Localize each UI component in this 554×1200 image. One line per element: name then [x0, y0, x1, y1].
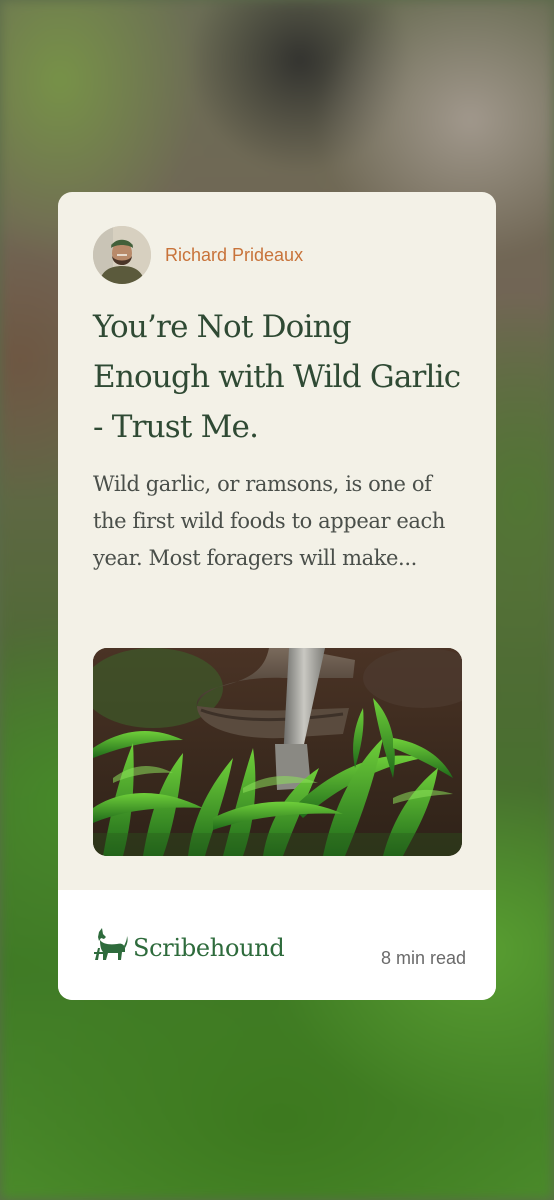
- brand[interactable]: Scribehound: [91, 926, 285, 969]
- article-excerpt: Wild garlic, or ramsons, is one of the f…: [93, 472, 446, 570]
- brand-name[interactable]: Scribehound: [133, 934, 285, 962]
- article-title[interactable]: You’re Not Doing Enough with Wild Garlic…: [93, 302, 473, 452]
- article-card[interactable]: Richard Prideaux You’re Not Doing Enough…: [58, 192, 496, 1000]
- author-avatar[interactable]: [93, 226, 151, 284]
- read-time: 8 min read: [380, 948, 466, 968]
- hound-logo-icon: [91, 926, 129, 969]
- card-footer: Scribehound 8 min read: [58, 890, 496, 1000]
- article-image[interactable]: [93, 648, 462, 856]
- author-name[interactable]: Richard Prideaux: [165, 245, 303, 266]
- author-row[interactable]: Richard Prideaux: [93, 226, 303, 284]
